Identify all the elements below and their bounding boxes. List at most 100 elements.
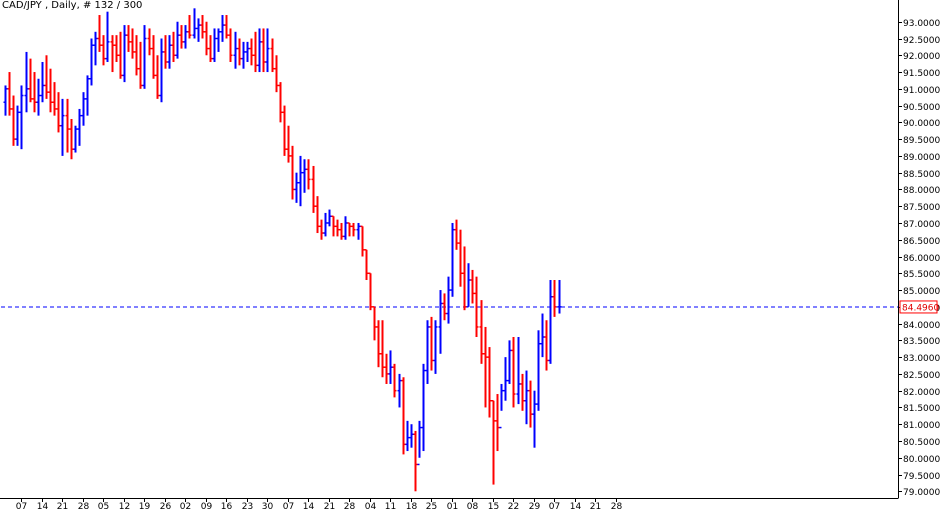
ohlc-bar — [11, 95, 16, 146]
y-tick-label: 93.0000 — [903, 19, 940, 29]
x-tick-label: 15 — [488, 502, 499, 510]
ohlc-bar — [528, 380, 533, 428]
ohlc-bar — [183, 25, 188, 49]
ohlc-bar — [3, 85, 8, 116]
ohlc-bar — [237, 38, 242, 66]
ohlc-bar — [44, 55, 49, 99]
ohlc-bar — [376, 320, 381, 368]
y-tick-label: 92.5000 — [903, 36, 940, 46]
ohlc-bar — [483, 326, 488, 408]
ohlc-bar — [122, 25, 127, 83]
ohlc-bar — [499, 383, 504, 429]
ohlc-bar — [130, 28, 135, 59]
ohlc-bar — [24, 51, 29, 113]
ohlc-bar — [511, 337, 516, 408]
y-tick-label: 82.0000 — [903, 388, 940, 398]
y-tick-label: 90.0000 — [903, 119, 940, 129]
ohlc-chart: 79.0000 79.5000 80.0000 80.5000 81.0000 81.50… — [0, 0, 940, 510]
x-tick-label: 16 — [221, 502, 233, 510]
x-tick-label: 02 — [180, 502, 191, 510]
ohlc-bar — [360, 225, 365, 257]
y-tick-label: 89.0000 — [903, 153, 940, 163]
ohlc-bar — [421, 363, 426, 452]
x-tick-label: 08 — [467, 502, 479, 510]
ohlc-bar — [392, 363, 397, 398]
ohlc-bar — [503, 357, 508, 401]
y-tick-label: 79.0000 — [903, 488, 940, 498]
ohlc-bar — [397, 373, 402, 408]
ohlc-bar — [470, 269, 475, 304]
ohlc-bar — [458, 229, 463, 287]
ohlc-bar — [433, 320, 438, 374]
ohlc-bar — [552, 279, 557, 317]
ohlc-bar — [7, 72, 12, 116]
ohlc-bar — [155, 55, 160, 99]
ohlc-bar — [224, 15, 229, 39]
ohlc-bar — [425, 320, 430, 384]
ohlc-bar — [175, 21, 180, 59]
ohlc-bar — [114, 35, 119, 62]
x-tick-label: 14 — [37, 502, 49, 510]
ohlc-bar — [56, 92, 61, 133]
ohlc-bar — [163, 35, 168, 69]
ohlc-bar — [351, 222, 356, 237]
ohlc-bar — [52, 82, 57, 116]
ohlc-bar — [118, 31, 123, 79]
ohlc-bar — [417, 420, 422, 466]
x-tick-label: 28 — [78, 502, 90, 510]
ohlc-bar — [249, 38, 254, 66]
ohlc-bar — [85, 75, 90, 116]
ohlc-bar — [220, 15, 225, 42]
ohlc-bar — [306, 159, 311, 190]
ohlc-bar — [241, 41, 246, 69]
x-tick-label: 21 — [57, 502, 68, 510]
ohlc-bar — [405, 420, 410, 452]
ohlc-bar — [520, 373, 525, 411]
ohlc-bar — [40, 61, 45, 103]
ohlc-bar — [536, 330, 541, 411]
y-tick-label: 81.0000 — [903, 421, 940, 431]
y-tick-label: 81.5000 — [903, 404, 940, 414]
y-tick-label: 84.0000 — [903, 321, 940, 331]
x-tick-label: 19 — [139, 502, 151, 510]
ohlc-bar — [142, 25, 147, 89]
x-tick-label: 28 — [344, 502, 356, 510]
y-tick-label: 85.5000 — [903, 270, 940, 280]
ohlc-bar — [208, 35, 213, 62]
x-tick-label: 12 — [119, 502, 130, 510]
ohlc-bar — [557, 279, 562, 314]
x-tick-label: 21 — [590, 502, 601, 510]
y-tick-label: 79.5000 — [903, 472, 940, 482]
ohlc-bar — [343, 216, 348, 240]
ohlc-bar — [372, 306, 377, 341]
ohlc-bar — [544, 320, 549, 371]
y-tick-label: 87.5000 — [903, 203, 940, 213]
ohlc-bar — [28, 58, 33, 103]
ohlc-bar — [77, 108, 82, 146]
ohlc-bar — [110, 35, 115, 73]
x-tick-label: 18 — [406, 502, 418, 510]
x-tick-label: 07 — [283, 502, 294, 510]
x-tick-label: 04 — [365, 502, 377, 510]
ohlc-bar — [270, 38, 275, 73]
ohlc-bar — [429, 316, 434, 371]
y-tick-label: 91.5000 — [903, 69, 940, 79]
ohlc-bar — [388, 350, 393, 384]
ohlc-bar — [327, 209, 332, 227]
ohlc-bar — [331, 215, 336, 237]
ohlc-bar — [454, 219, 459, 250]
ohlc-bar — [302, 159, 307, 193]
ohlc-bar — [159, 38, 164, 103]
x-tick-label: 14 — [303, 502, 315, 510]
ohlc-bar — [179, 25, 184, 49]
ohlc-bar — [167, 35, 172, 69]
ohlc-bar — [282, 105, 287, 156]
y-tick-label: 85.0000 — [903, 287, 940, 297]
ohlc-bar — [450, 222, 455, 297]
current-price-tag: 84.4960 — [899, 300, 939, 314]
y-tick-label: 88.0000 — [903, 186, 940, 196]
y-tick-label: 83.0000 — [903, 354, 940, 364]
ohlc-bar — [491, 399, 496, 485]
ohlc-bar — [101, 35, 106, 66]
ohlc-bar — [364, 249, 369, 280]
